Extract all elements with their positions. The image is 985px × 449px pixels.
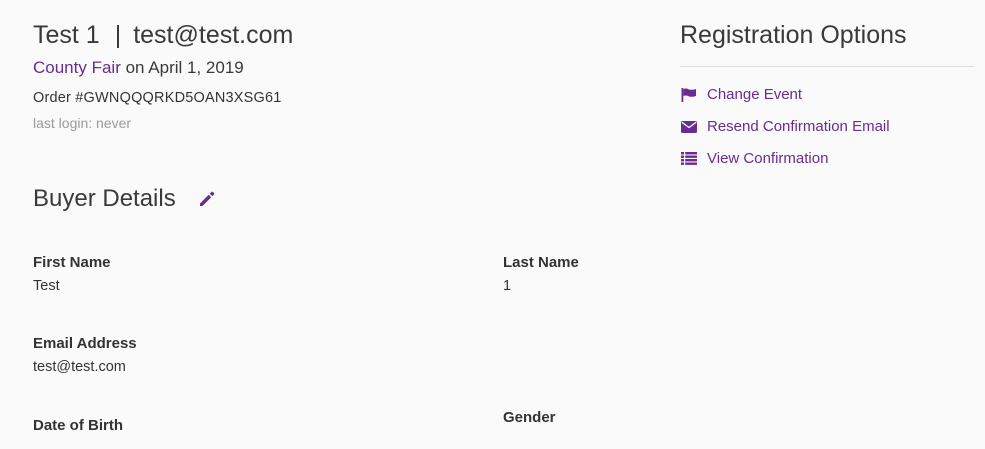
resend-confirmation-label: Resend Confirmation Email (707, 118, 890, 135)
gender-label: Gender (503, 409, 556, 426)
buyer-details-heading: Buyer Details (33, 185, 218, 213)
registrant-email: test@test.com (133, 21, 294, 49)
first-name-value: Test (33, 278, 60, 294)
flag-icon (680, 87, 697, 102)
buyer-details-title: Buyer Details (33, 185, 176, 212)
field-date-of-birth: Date of Birth (33, 417, 123, 434)
change-event-link[interactable]: Change Event (680, 86, 802, 103)
resend-confirmation-link[interactable]: Resend Confirmation Email (680, 118, 890, 135)
pencil-icon (199, 191, 215, 206)
heading-separator: | (114, 21, 122, 49)
last-name-label: Last Name (503, 254, 579, 271)
view-confirmation-link[interactable]: View Confirmation (680, 150, 828, 167)
event-line: County Fair on April 1, 2019 (33, 58, 244, 78)
view-confirmation-label: View Confirmation (707, 150, 829, 167)
event-link[interactable]: County Fair (33, 58, 121, 77)
edit-buyer-button[interactable] (196, 188, 218, 210)
email-value: test@test.com (33, 359, 126, 375)
change-event-label: Change Event (707, 86, 803, 103)
registrant-heading: Test 1 | test@test.com (33, 21, 293, 50)
list-icon (680, 152, 697, 166)
email-label: Email Address (33, 335, 137, 352)
divider (680, 66, 974, 67)
envelope-icon (680, 120, 697, 134)
order-number: Order #GWNQQQRKD5OAN3XSG61 (33, 90, 282, 106)
last-login: last login: never (33, 115, 132, 131)
registration-page: Test 1 | test@test.com County Fair on Apri… (0, 0, 985, 449)
registration-options-title: Registration Options (680, 21, 907, 49)
field-last-name: Last Name 1 (503, 254, 579, 294)
field-email: Email Address test@test.com (33, 335, 137, 375)
registrant-name: Test 1 (33, 21, 100, 49)
last-name-value: 1 (503, 278, 512, 294)
field-gender: Gender (503, 409, 556, 426)
event-date: on April 1, 2019 (120, 58, 244, 77)
date-of-birth-label: Date of Birth (33, 417, 123, 434)
first-name-label: First Name (33, 254, 111, 271)
field-first-name: First Name Test (33, 254, 111, 294)
